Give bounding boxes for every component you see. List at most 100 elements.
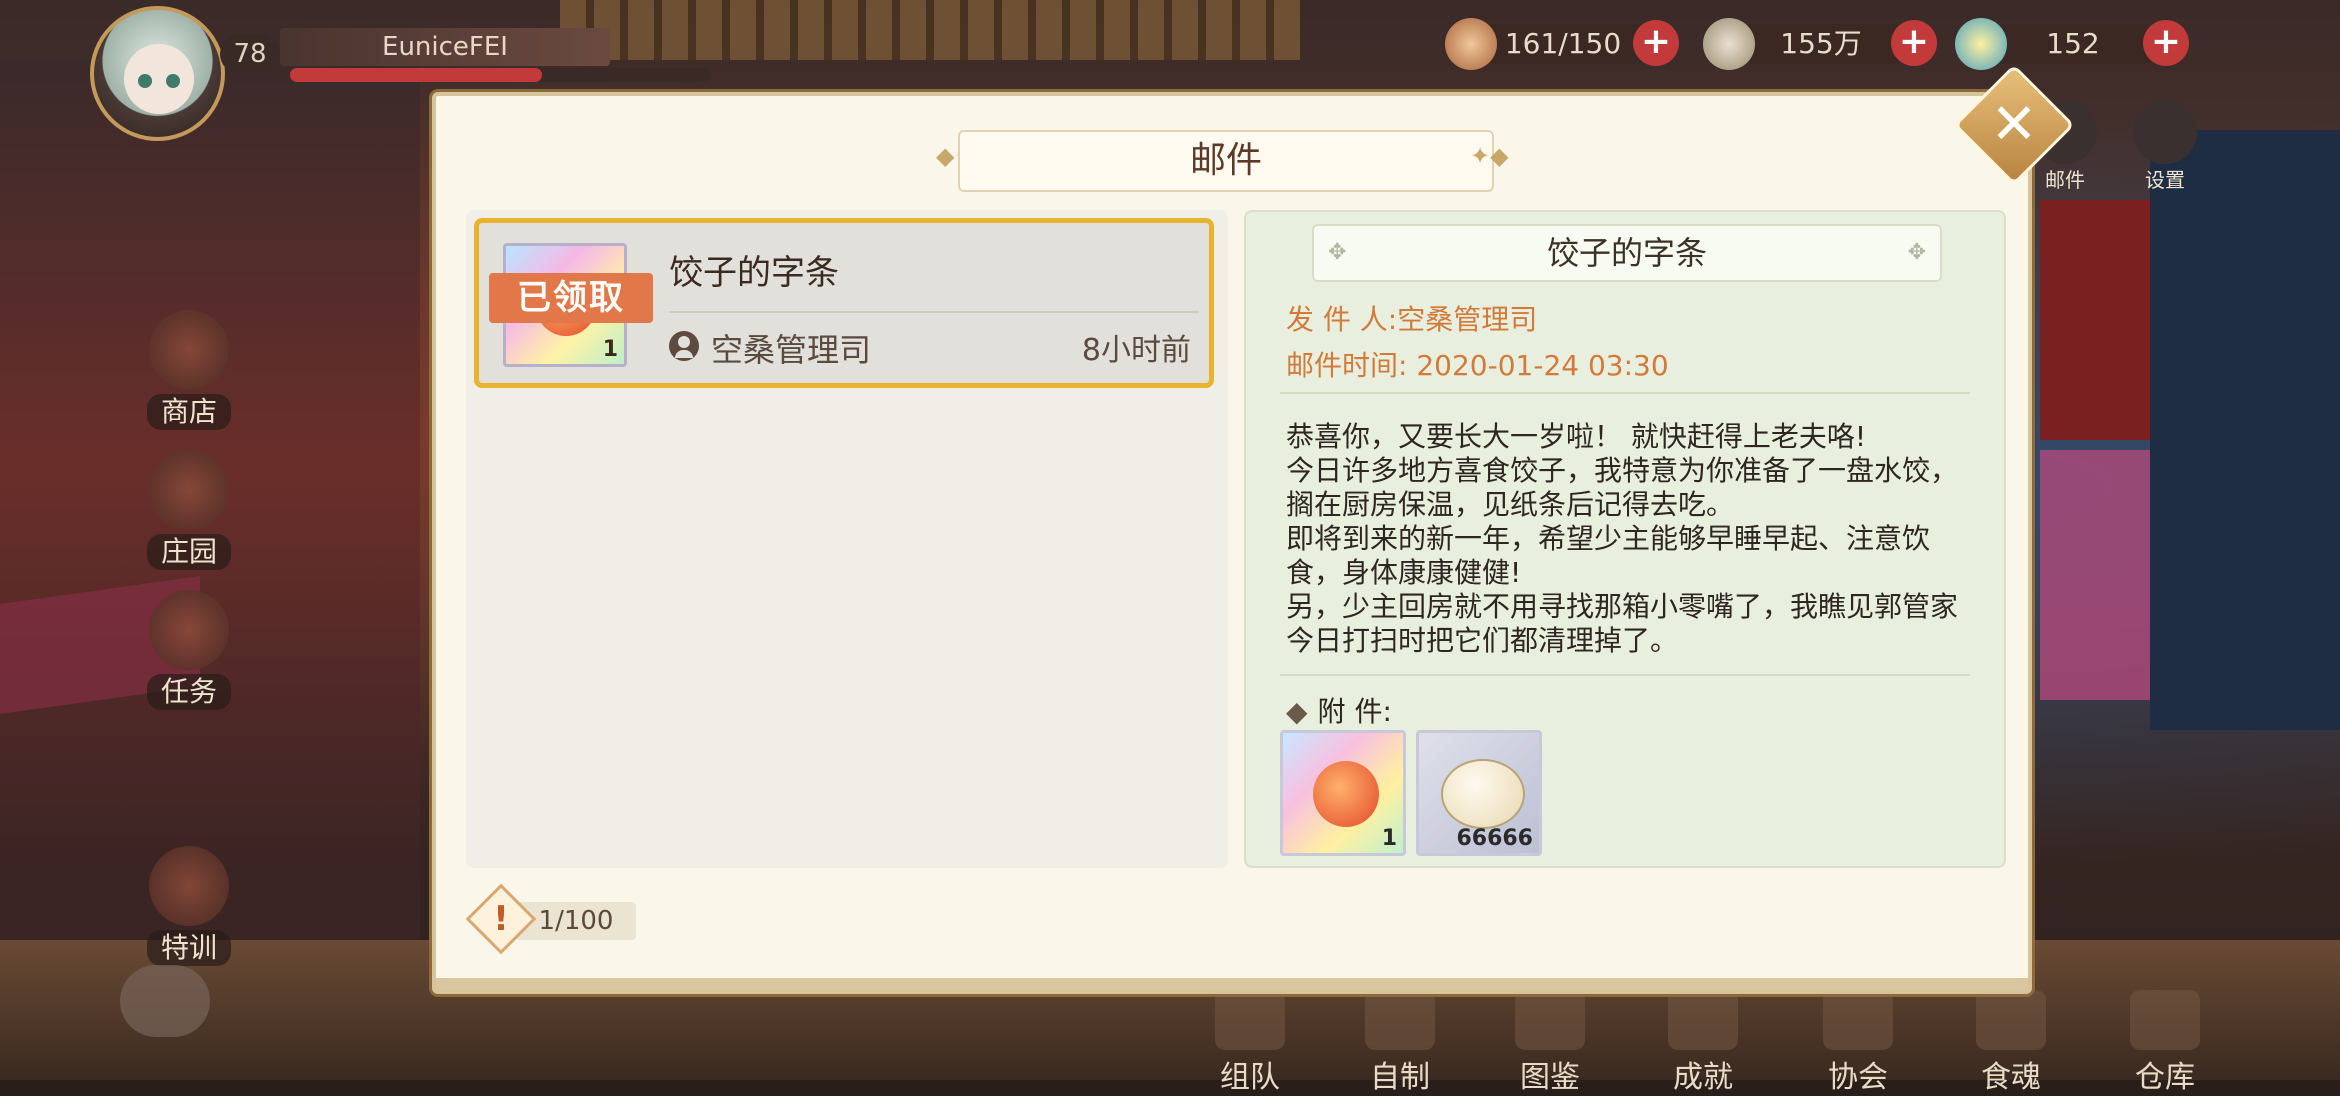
attachment-cowrie-shell[interactable]: 66666: [1416, 730, 1542, 856]
bottom-craft-label: 自制: [1370, 1060, 1430, 1095]
attachment-qty: 66666: [1456, 826, 1533, 851]
bottom-soul-label: 食魂: [1981, 1060, 2041, 1095]
bottom-team-button[interactable]: 组队: [1195, 990, 1305, 1096]
mail-counter: 1/100 !: [465, 883, 636, 955]
stamina-value: 161/150: [1473, 24, 1653, 64]
side-training-button[interactable]: 特训: [134, 846, 244, 966]
add-coin-button[interactable]: +: [2143, 20, 2189, 66]
shop-icon: [149, 310, 229, 390]
person-icon: [669, 331, 699, 361]
bottom-soul-button[interactable]: 食魂: [1956, 990, 2066, 1096]
side-shop-button[interactable]: 商店: [134, 310, 244, 430]
avatar-eye: [166, 74, 180, 88]
bottom-atlas-button[interactable]: 图鉴: [1495, 990, 1605, 1096]
bottom-craft-button[interactable]: 自制: [1345, 990, 1455, 1096]
player-avatar[interactable]: [90, 6, 225, 141]
add-stamina-button[interactable]: +: [1633, 20, 1679, 66]
body-paragraph: 今日许多地方喜食饺子，我特意为你准备了一盘水饺，搁在厨房保温，见纸条后记得去吃。: [1286, 454, 1959, 521]
bottom-warehouse-label: 仓库: [2135, 1060, 2195, 1095]
achievement-icon: [1668, 990, 1738, 1050]
side-task-label: 任务: [146, 674, 231, 710]
diamond-bullet-icon: ◆: [1286, 695, 1308, 728]
settings-shortcut-label: 设置: [2145, 168, 2185, 192]
side-training-label: 特训: [146, 930, 231, 966]
gear-icon: [2133, 100, 2197, 164]
title-ornament-right: ✦◆: [1470, 142, 1509, 170]
player-name: EuniceFEI: [280, 28, 610, 66]
sender-label: 发 件 人:: [1286, 303, 1398, 336]
soul-icon: [1976, 990, 2046, 1050]
side-task-button[interactable]: 任务: [134, 590, 244, 710]
training-icon: [149, 846, 229, 926]
craft-icon: [1365, 990, 1435, 1050]
attachment-qty: 1: [1381, 826, 1397, 851]
divider: [1280, 674, 1970, 676]
rice-bowl-icon: [1445, 18, 1497, 70]
poster-left: [2040, 200, 2150, 440]
side-manor-label: 庄园: [146, 534, 231, 570]
bottom-achievement-button[interactable]: 成就: [1648, 990, 1758, 1096]
player-level: 78: [220, 34, 280, 74]
detail-title: 饺子的字条: [1546, 234, 1707, 272]
cowrie-shell-icon: [1441, 759, 1525, 829]
mail-list-item[interactable]: 1 已领取 饺子的字条 空桑管理司 8小时前: [474, 218, 1214, 388]
close-button[interactable]: ✕: [1971, 82, 2057, 168]
divider: [1280, 392, 1970, 394]
warehouse-icon: [2130, 990, 2200, 1050]
exp-bar: [290, 68, 710, 82]
feather-value: 155万: [1731, 24, 1911, 64]
feather-icon: [1703, 18, 1755, 70]
time-label: 邮件时间:: [1286, 349, 1408, 382]
body-paragraph: 另，少主回房就不用寻找那箱小零嘴了，我瞧见郭管家今日打扫时把它们都清理掉了。: [1286, 590, 1959, 657]
right-window: [2150, 130, 2340, 730]
time-line: 邮件时间: 2020-01-24 03:30: [1286, 344, 1669, 384]
bottom-team-label: 组队: [1220, 1060, 1280, 1095]
mail-time: 2020-01-24 03:30: [1416, 349, 1669, 382]
detail-title-bar: ✥ 饺子的字条 ✥: [1312, 224, 1942, 282]
manor-icon: [149, 450, 229, 530]
avatar-face: [124, 44, 194, 114]
body-paragraph: 即将到来的新一年，希望少主能够早睡早起、注意饮食，身体康康健健!: [1286, 522, 1931, 589]
mail-item-title: 饺子的字条: [669, 253, 839, 293]
ornament-right: ✥: [1907, 240, 1926, 265]
roof-decoration: [560, 0, 1300, 60]
mail-shortcut-label: 邮件: [2045, 168, 2085, 192]
mail-item-qty: 1: [602, 337, 618, 362]
ornament-left: ✥: [1328, 240, 1347, 265]
team-icon: [1215, 990, 1285, 1050]
side-manor-button[interactable]: 庄园: [134, 450, 244, 570]
settings-shortcut[interactable]: 设置: [2120, 100, 2210, 193]
side-shop-label: 商店: [146, 394, 231, 430]
bottom-guild-label: 协会: [1828, 1060, 1888, 1095]
attachments-label: 附 件:: [1317, 695, 1392, 728]
mail-list: 1 已领取 饺子的字条 空桑管理司 8小时前: [466, 210, 1228, 868]
sender-line: 发 件 人:空桑管理司: [1286, 298, 1537, 338]
mail-item-sender: 空桑管理司: [711, 331, 872, 369]
exclamation-icon: !: [493, 899, 509, 939]
bottom-atlas-label: 图鉴: [1520, 1060, 1580, 1095]
attachment-red-pepper-charm[interactable]: 1: [1280, 730, 1406, 856]
bottom-warehouse-button[interactable]: 仓库: [2110, 990, 2220, 1096]
scroll-icon: [149, 590, 229, 670]
claimed-badge: 已领取: [489, 273, 653, 323]
bottom-achievement-label: 成就: [1673, 1060, 1733, 1095]
dialog-title: 邮件: [958, 130, 1494, 192]
poster-right: [2040, 450, 2150, 700]
avatar-eye: [138, 74, 152, 88]
red-pepper-charm-icon: [1313, 761, 1379, 827]
sender-name: 空桑管理司: [1397, 303, 1538, 336]
chat-bubble-icon[interactable]: [120, 965, 210, 1037]
bottom-guild-button[interactable]: 协会: [1803, 990, 1913, 1096]
player-hud: 78 EuniceFEI: [90, 6, 710, 141]
mail-item-time: 8小时前: [1081, 333, 1191, 368]
coin-icon: [1955, 18, 2007, 70]
guild-icon: [1823, 990, 1893, 1050]
mail-dialog: ◆✦ 邮件 ✦◆ ✕ 1 已领取 饺子的字条 空桑管理司 8小时前 ✥ 饺子的字…: [432, 64, 2075, 994]
attachments-heading: ◆ 附 件:: [1286, 690, 1392, 730]
body-paragraph: 恭喜你，又要长大一岁啦！ 就快赶得上老夫咯!: [1286, 420, 1867, 453]
atlas-icon: [1515, 990, 1585, 1050]
mail-detail: ✥ 饺子的字条 ✥ 发 件 人:空桑管理司 邮件时间: 2020-01-24 0…: [1244, 210, 2006, 868]
add-feather-button[interactable]: +: [1891, 20, 1937, 66]
divider: [669, 311, 1199, 313]
coin-value: 152: [1983, 24, 2163, 64]
